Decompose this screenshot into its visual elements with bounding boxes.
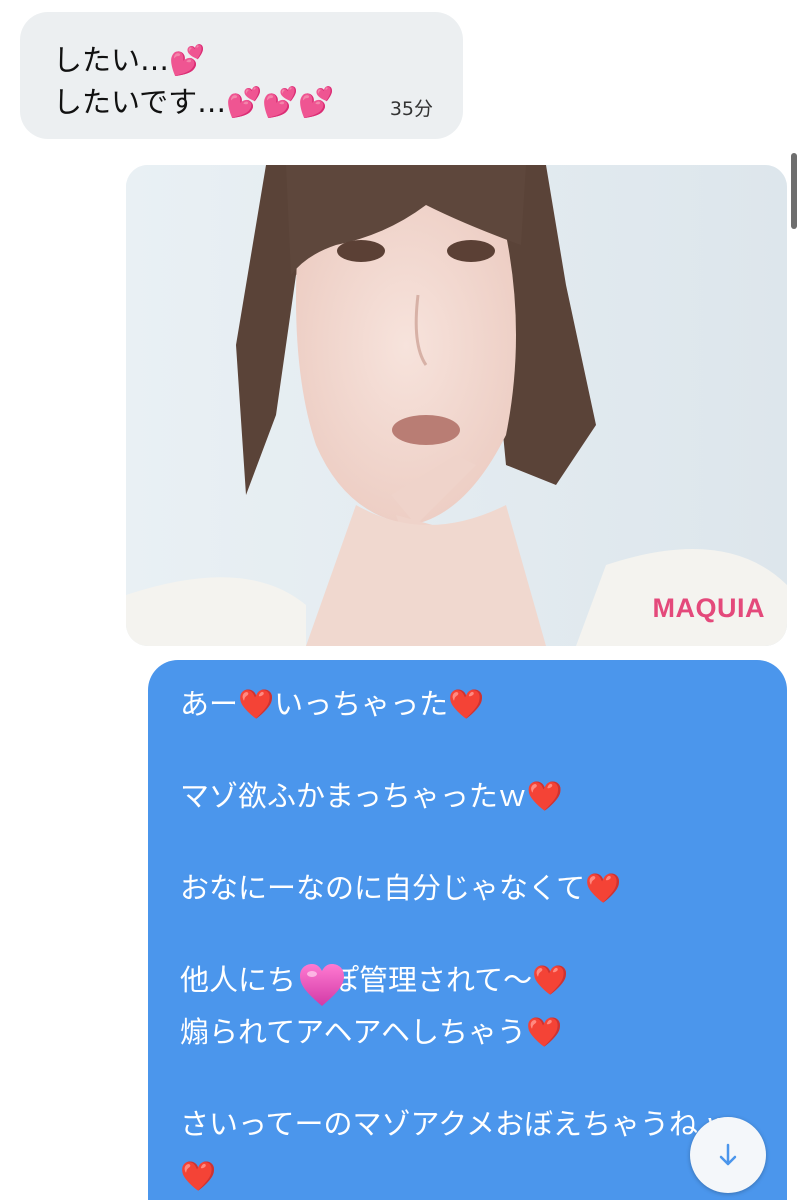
scroll-to-bottom-button[interactable] [690,1117,766,1193]
photo-watermark: MAQUIA [652,593,765,623]
message-timestamp: 35分 [389,98,433,120]
scrollbar-thumb[interactable] [791,153,797,229]
outgoing-message-line: マゾ欲ふかまっちゃったｗ❤️ [180,779,563,813]
incoming-message-bubble[interactable]: したい…💕 したいです…💕💕💕 35分 [20,12,463,139]
incoming-message-line-1: したい…💕 [53,43,206,77]
outgoing-message-line: ❤️ [180,1159,217,1193]
outgoing-message-line: おなにーなのに自分じゃなくて❤️ [180,871,622,905]
outgoing-message-line: あー❤️いっちゃった❤️ [180,687,485,721]
outgoing-message-line: 他人にち ぽ管理されて〜❤️ [180,954,753,1006]
arrow-down-icon [719,1143,737,1166]
heart-sticker-icon [298,962,346,1008]
outgoing-message-fragment: ぽ管理されて〜❤️ [330,963,569,997]
outgoing-message-line: さいってーのマゾアクメおぼえちゃうね w [180,1107,731,1141]
photo-message[interactable]: MAQUIA [126,165,787,646]
outgoing-message-line: 煽られてアヘアヘしちゃう❤️ [180,1015,563,1049]
outgoing-message-fragment: 他人にち [180,963,297,997]
outgoing-message-bubble[interactable]: あー❤️いっちゃった❤️ マゾ欲ふかまっちゃったｗ❤️ おなにーなのに自分じゃな… [148,660,787,1200]
photo-image [126,165,787,646]
